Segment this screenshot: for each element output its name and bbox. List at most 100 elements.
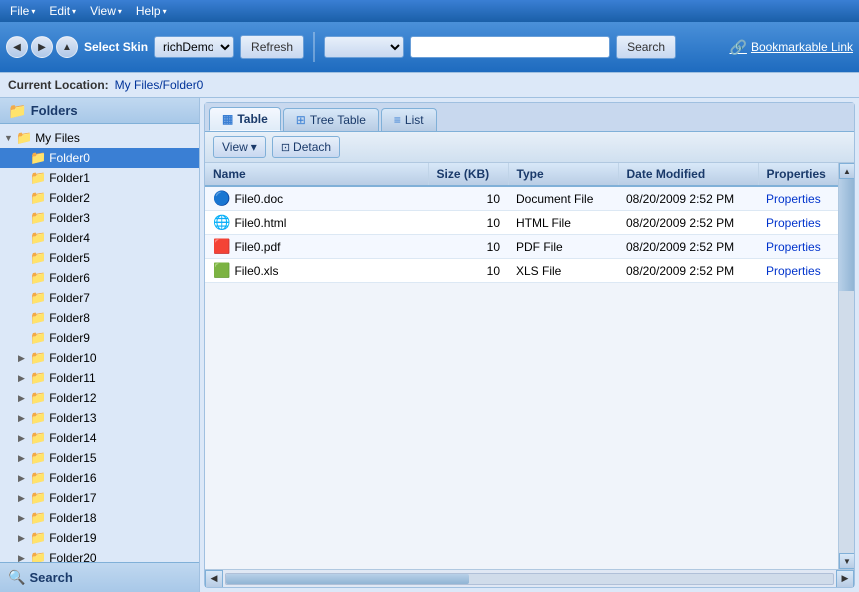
table-scrollable-area: Name Size (KB) Type Date Modified: [205, 163, 854, 569]
tree-node-folder3[interactable]: 📁 Folder3: [0, 208, 199, 228]
folder-icon: 📁: [30, 350, 46, 366]
file-table: Name Size (KB) Type Date Modified: [205, 163, 838, 283]
sidebar-folders-header: 📁 Folders: [0, 98, 199, 124]
tree-node-folder12[interactable]: ▶ 📁 Folder12: [0, 388, 199, 408]
tabs-bar: ▦ Table ⊞ Tree Table ≡ List: [205, 103, 854, 132]
back-button[interactable]: ◀: [6, 36, 28, 58]
properties-link[interactable]: Properties: [766, 240, 821, 254]
file-properties-cell[interactable]: Properties: [758, 235, 838, 259]
tab-list[interactable]: ≡ List: [381, 108, 437, 131]
col-date[interactable]: Date Modified: [618, 163, 758, 186]
table-row[interactable]: 🌐 File0.html 10 HTML File 08/20/2009 2:5…: [205, 211, 838, 235]
properties-link[interactable]: Properties: [766, 264, 821, 278]
expand-icon[interactable]: ▶: [18, 353, 30, 364]
search-icon: 🔍: [8, 569, 25, 586]
menu-help[interactable]: Help ▾: [130, 2, 173, 20]
vertical-scrollbar[interactable]: ▲ ▼: [838, 163, 854, 569]
tree-node-folder16[interactable]: ▶ 📁 Folder16: [0, 468, 199, 488]
bookmark-link[interactable]: 🔗 Bookmarkable Link: [730, 39, 854, 56]
sidebar-search[interactable]: 🔍 Search: [0, 562, 199, 592]
expand-icon[interactable]: ▼: [4, 133, 16, 143]
table-row[interactable]: 🟩 File0.xls 10 XLS File 08/20/2009 2:52 …: [205, 259, 838, 283]
folder-icon: 📁: [30, 250, 46, 266]
view-button[interactable]: View ▾: [213, 136, 266, 158]
folder-icon: 📁: [30, 470, 46, 486]
file-date-cell: 08/20/2009 2:52 PM: [618, 186, 758, 211]
folder-icon: 📁: [30, 490, 46, 506]
col-type[interactable]: Type: [508, 163, 618, 186]
properties-link[interactable]: Properties: [766, 192, 821, 206]
scroll-track[interactable]: [839, 179, 854, 553]
menu-edit[interactable]: Edit ▾: [43, 2, 82, 20]
col-name[interactable]: Name: [205, 163, 428, 186]
up-button[interactable]: ▲: [56, 36, 78, 58]
scroll-left-button[interactable]: ◀: [205, 570, 223, 588]
scroll-down-button[interactable]: ▼: [839, 553, 854, 569]
tree-node-folder0[interactable]: 📁 Folder0: [0, 148, 199, 168]
select-skin-label: Select Skin: [84, 40, 148, 54]
h-scroll-thumb[interactable]: [226, 574, 469, 584]
search-input[interactable]: [410, 36, 610, 58]
menu-view[interactable]: View ▾: [84, 2, 128, 20]
search-category-select[interactable]: [324, 36, 404, 58]
expand-icon[interactable]: ▶: [18, 533, 30, 544]
expand-icon[interactable]: ▶: [18, 473, 30, 484]
file-type-cell: Document File: [508, 186, 618, 211]
file-name-cell: 🔵 File0.doc: [205, 186, 428, 211]
tree-node-folder20[interactable]: ▶ 📁 Folder20: [0, 548, 199, 562]
tree-node-folder5[interactable]: 📁 Folder5: [0, 248, 199, 268]
doc-icon: 🔵: [213, 190, 230, 207]
table-row[interactable]: 🔵 File0.doc 10 Document File 08/20/2009 …: [205, 186, 838, 211]
tree-node-folder2[interactable]: 📁 Folder2: [0, 188, 199, 208]
folder-icon: 📁: [30, 330, 46, 346]
expand-icon[interactable]: ▶: [18, 513, 30, 524]
tree-node-folder14[interactable]: ▶ 📁 Folder14: [0, 428, 199, 448]
h-scroll-track[interactable]: [225, 573, 834, 585]
expand-icon[interactable]: ▶: [18, 553, 30, 563]
table-area: Name Size (KB) Type Date Modified: [205, 163, 854, 587]
tree-node-folder18[interactable]: ▶ 📁 Folder18: [0, 508, 199, 528]
tree-node-folder7[interactable]: 📁 Folder7: [0, 288, 199, 308]
expand-icon[interactable]: ▶: [18, 453, 30, 464]
tab-tree-table[interactable]: ⊞ Tree Table: [283, 108, 379, 131]
tree-node-folder1[interactable]: 📁 Folder1: [0, 168, 199, 188]
tree-node-folder17[interactable]: ▶ 📁 Folder17: [0, 488, 199, 508]
expand-icon[interactable]: ▶: [18, 373, 30, 384]
tree-node-folder15[interactable]: ▶ 📁 Folder15: [0, 448, 199, 468]
file-properties-cell[interactable]: Properties: [758, 259, 838, 283]
tree-node-folder13[interactable]: ▶ 📁 Folder13: [0, 408, 199, 428]
skin-select[interactable]: richDemo classic modern: [154, 36, 234, 58]
file-name: File0.html: [234, 216, 286, 230]
toolbar: ◀ ▶ ▲ Select Skin richDemo classic moder…: [0, 22, 859, 72]
refresh-button[interactable]: Refresh: [240, 35, 304, 59]
expand-icon[interactable]: ▶: [18, 393, 30, 404]
detach-button[interactable]: ⊡ Detach: [272, 136, 340, 158]
tab-table[interactable]: ▦ Table: [209, 107, 281, 131]
col-properties[interactable]: Properties: [758, 163, 838, 186]
forward-button[interactable]: ▶: [31, 36, 53, 58]
main-area: 📁 Folders ▼ 📁 My Files 📁 Folder0 📁: [0, 98, 859, 592]
tree-node-folder8[interactable]: 📁 Folder8: [0, 308, 199, 328]
expand-icon[interactable]: ▶: [18, 413, 30, 424]
tree-node-folder6[interactable]: 📁 Folder6: [0, 268, 199, 288]
tree-node-folder4[interactable]: 📁 Folder4: [0, 228, 199, 248]
properties-link[interactable]: Properties: [766, 216, 821, 230]
expand-icon[interactable]: ▶: [18, 493, 30, 504]
search-button[interactable]: Search: [616, 35, 676, 59]
file-name: File0.doc: [234, 192, 283, 206]
scroll-up-button[interactable]: ▲: [839, 163, 854, 179]
tree-node-folder9[interactable]: 📁 Folder9: [0, 328, 199, 348]
table-row[interactable]: 🟥 File0.pdf 10 PDF File 08/20/2009 2:52 …: [205, 235, 838, 259]
menu-file[interactable]: File ▾: [4, 2, 41, 20]
scroll-thumb[interactable]: [839, 179, 854, 291]
file-properties-cell[interactable]: Properties: [758, 186, 838, 211]
expand-icon[interactable]: ▶: [18, 433, 30, 444]
folder-icon: 📁: [30, 170, 46, 186]
tree-node-folder11[interactable]: ▶ 📁 Folder11: [0, 368, 199, 388]
col-size[interactable]: Size (KB): [428, 163, 508, 186]
scroll-right-button[interactable]: ▶: [836, 570, 854, 588]
tree-node-folder10[interactable]: ▶ 📁 Folder10: [0, 348, 199, 368]
tree-node-my-files[interactable]: ▼ 📁 My Files: [0, 128, 199, 148]
file-properties-cell[interactable]: Properties: [758, 211, 838, 235]
tree-node-folder19[interactable]: ▶ 📁 Folder19: [0, 528, 199, 548]
